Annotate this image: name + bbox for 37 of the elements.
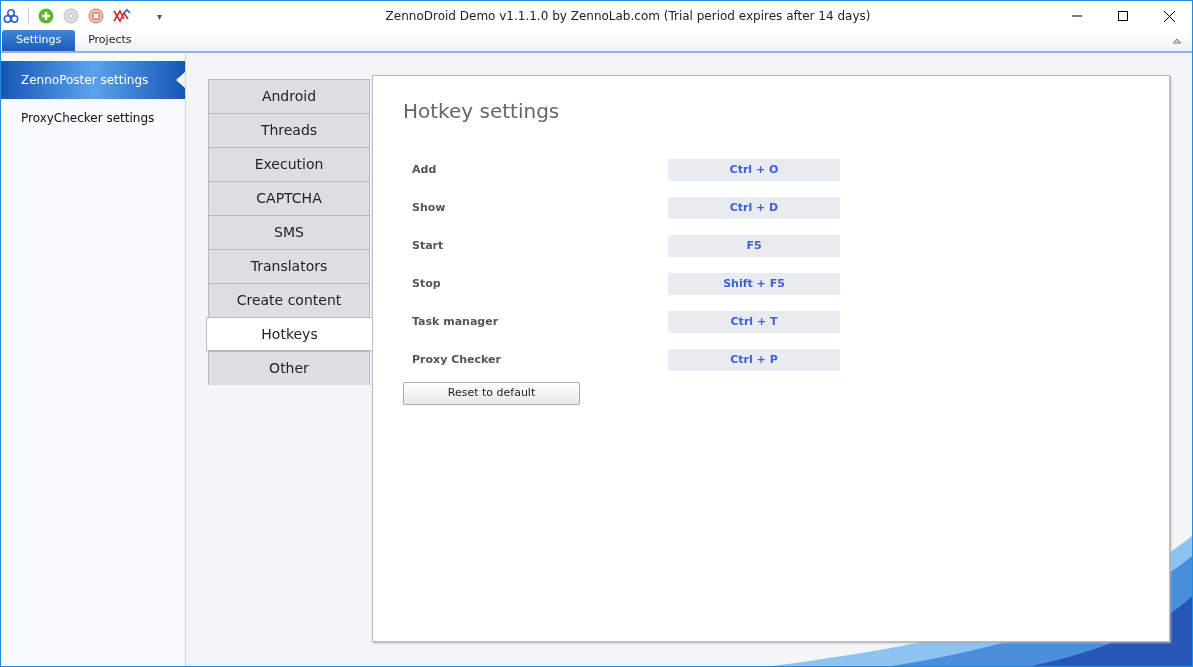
- category-tab[interactable]: Execution: [208, 147, 370, 181]
- ribbon-tab[interactable]: Settings: [2, 30, 76, 51]
- collapse-ribbon-icon[interactable]: [1172, 37, 1182, 45]
- hotkey-field[interactable]: Ctrl + O: [668, 159, 840, 181]
- category-tab[interactable]: Other: [208, 351, 370, 385]
- reset-button[interactable]: Reset to default: [403, 382, 580, 405]
- hotkey-field[interactable]: Ctrl + D: [668, 197, 840, 219]
- sidebar-item[interactable]: ZennoPoster settings: [1, 61, 185, 99]
- category-tab[interactable]: Create content: [208, 283, 370, 317]
- hotkey-field[interactable]: Ctrl + P: [668, 349, 840, 371]
- logo-icon: [3, 8, 19, 24]
- play-icon[interactable]: [63, 8, 79, 24]
- maximize-icon: [1118, 11, 1128, 21]
- panel-title: Hotkey settings: [403, 98, 561, 125]
- graph-icon[interactable]: [113, 8, 131, 24]
- category-tab[interactable]: Threads: [208, 113, 370, 147]
- stop-icon[interactable]: [88, 8, 104, 24]
- hotkey-field[interactable]: Shift + F5: [668, 273, 840, 295]
- category-tab[interactable]: SMS: [208, 215, 370, 249]
- sidebar-item[interactable]: ProxyChecker settings: [1, 99, 185, 137]
- hotkey-label: Start: [412, 237, 445, 254]
- hotkey-field[interactable]: Ctrl + T: [668, 311, 840, 333]
- category-tab[interactable]: CAPTCHA: [208, 181, 370, 215]
- window-title: ZennoDroid Demo v1.1.1.0 by ZennoLab.com (Trial period expires after 14 days): [385, 8, 871, 25]
- close-icon: [1163, 10, 1175, 22]
- ribbon-tab[interactable]: Projects: [75, 30, 145, 51]
- category-tab[interactable]: Translators: [208, 249, 370, 283]
- category-tab[interactable]: Android: [208, 79, 370, 113]
- hotkey-label: Task manager: [412, 313, 500, 330]
- category-tab[interactable]: Hotkeys: [206, 317, 372, 351]
- hotkey-field[interactable]: F5: [668, 235, 840, 257]
- hotkey-label: Proxy Checker: [412, 351, 502, 368]
- add-icon[interactable]: [38, 8, 54, 24]
- hotkey-label: Add: [412, 161, 438, 178]
- hotkey-label: Show: [412, 199, 447, 216]
- hotkey-label: Stop: [412, 275, 442, 292]
- customize-toolbar-icon[interactable]: ▾: [157, 8, 163, 24]
